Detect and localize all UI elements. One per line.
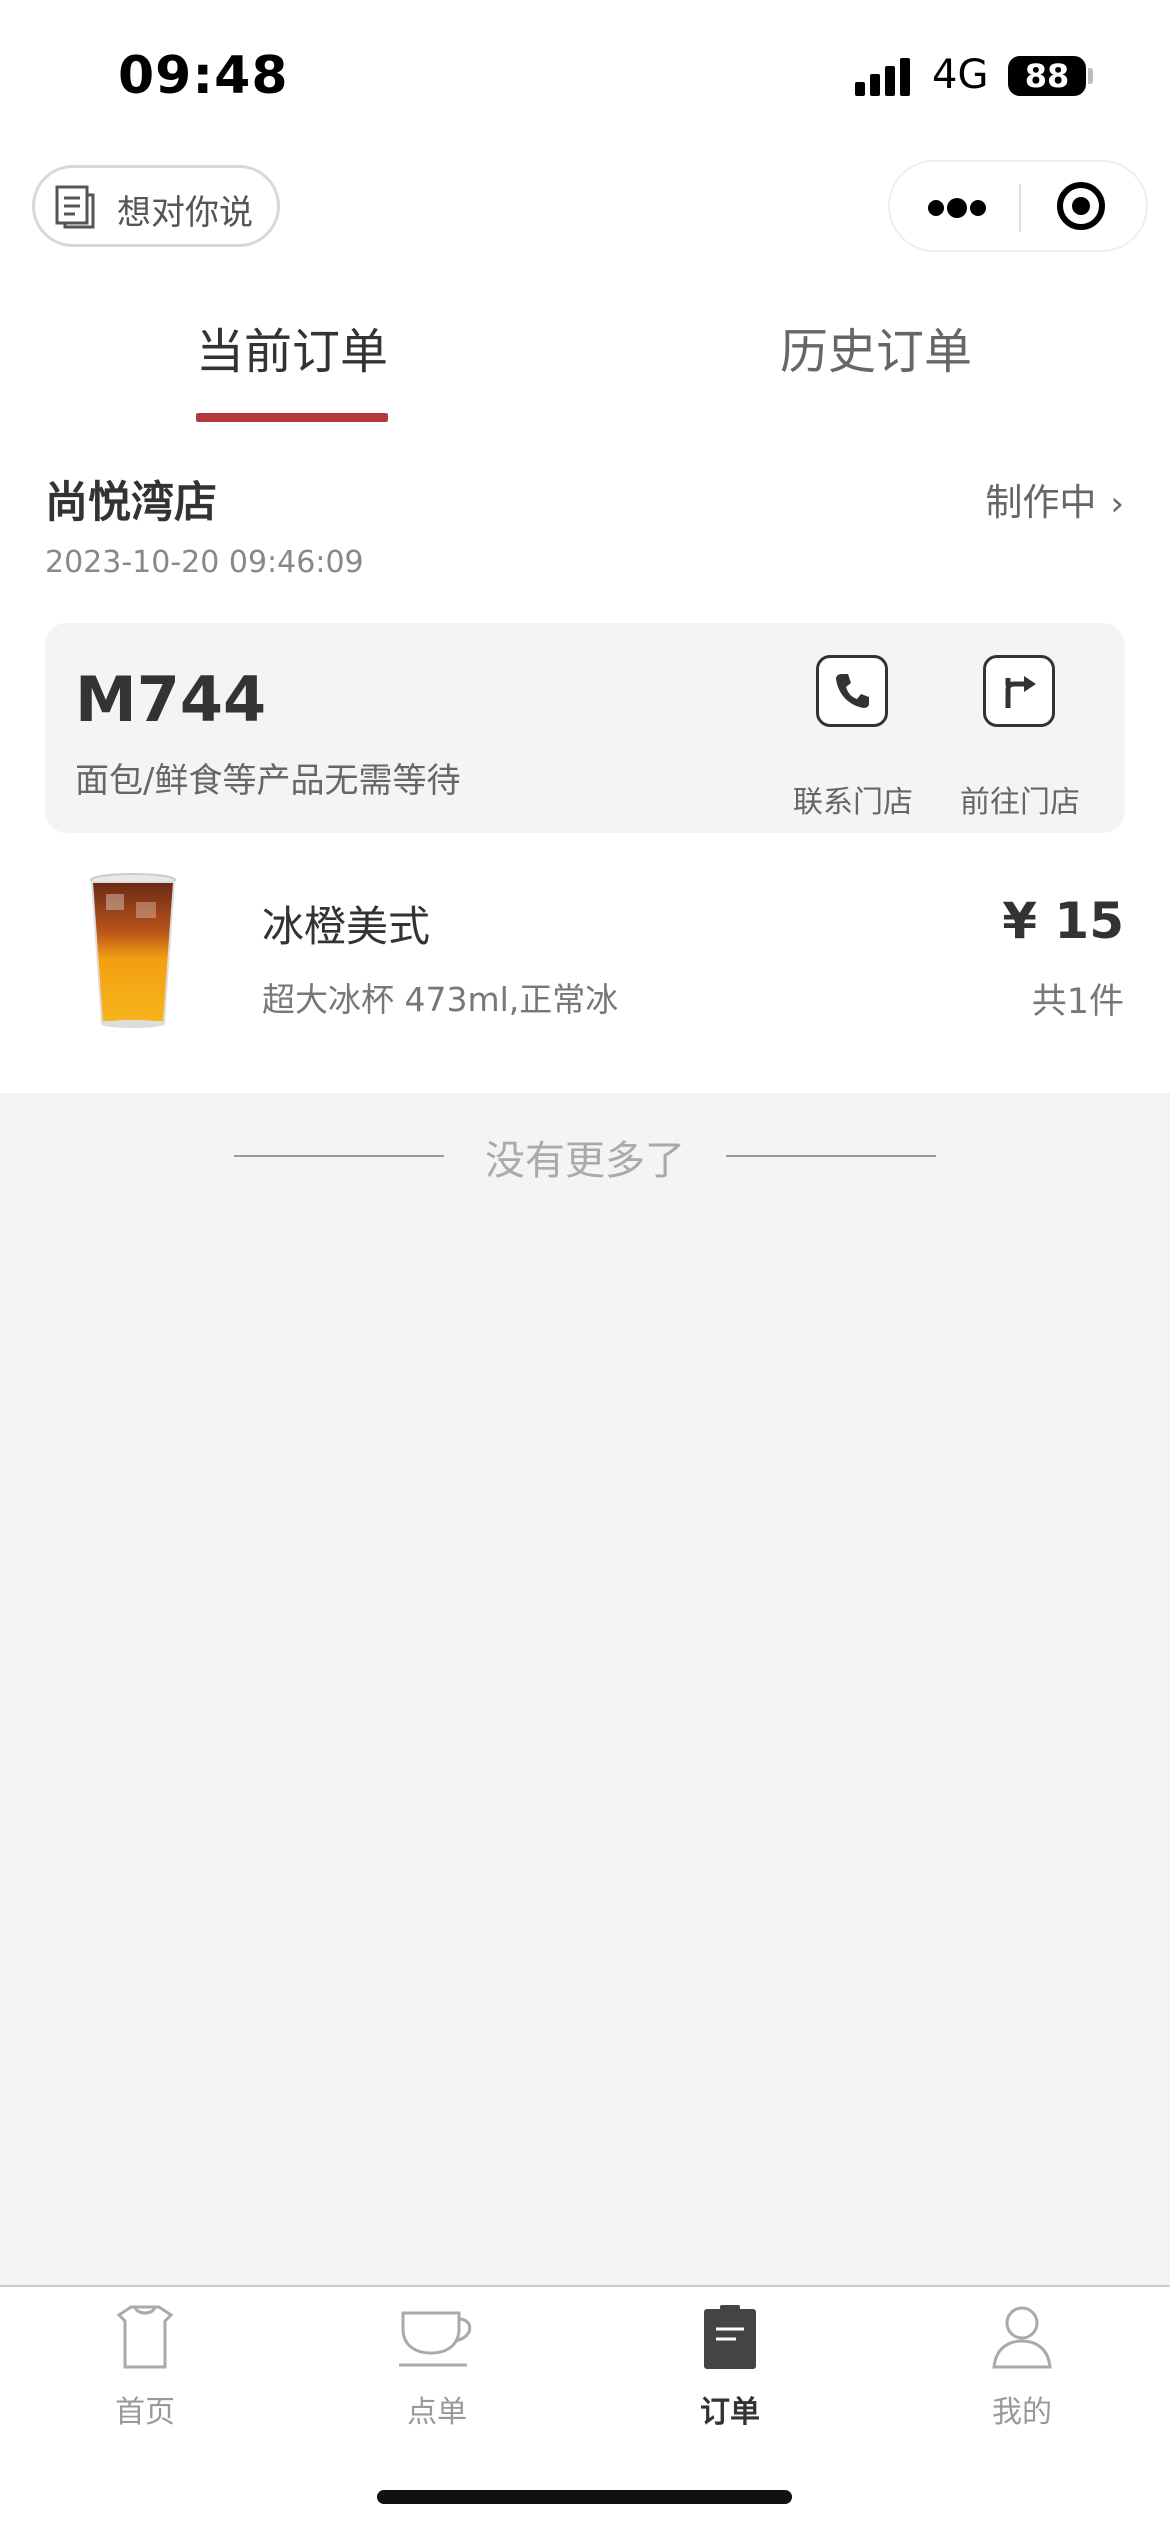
order-status-link[interactable]: 制作中 › xyxy=(985,472,1124,526)
product-quantity: 共1件 xyxy=(1031,982,1124,1022)
directions-icon xyxy=(983,655,1055,727)
feedback-doc-icon xyxy=(55,185,95,229)
tabbar-item-home[interactable]: 首页 xyxy=(45,2303,245,2431)
product-spec: 超大冰杯 473ml,正常冰 xyxy=(262,980,619,1019)
tabbar-item-profile[interactable]: 我的 xyxy=(922,2303,1122,2431)
tabbar-item-menu[interactable]: 点单 xyxy=(337,2303,537,2431)
product-name: 冰橙美式 xyxy=(262,902,431,951)
tab-history-orders[interactable]: 历史订单 xyxy=(780,312,972,382)
pickup-note: 面包/鲜食等产品无需等待 xyxy=(75,761,461,801)
pickup-code: M744 xyxy=(75,663,267,736)
iced-orange-americano-image xyxy=(90,873,176,1028)
tabbar-label-menu: 点单 xyxy=(407,2395,467,2430)
navigate-store-label: 前往门店 xyxy=(960,785,1080,820)
order-time: 2023-10-20 09:46:09 xyxy=(45,545,364,580)
person-icon xyxy=(992,2306,1052,2369)
signal-icon xyxy=(855,56,915,96)
store-name: 尚悦湾店 xyxy=(45,478,217,528)
order-status-text: 制作中 xyxy=(985,481,1097,524)
tabbar-label-home: 首页 xyxy=(115,2395,175,2430)
shirt-icon xyxy=(116,2305,174,2369)
close-mini-program-icon[interactable] xyxy=(1057,182,1105,230)
more-icon[interactable] xyxy=(928,198,986,218)
tab-current-orders[interactable]: 当前订单 xyxy=(196,312,388,382)
tabbar-label-orders: 订单 xyxy=(700,2395,760,2430)
capsule-divider xyxy=(1019,184,1021,232)
contact-store-label: 联系门店 xyxy=(793,785,913,820)
feedback-label: 想对你说 xyxy=(117,193,253,233)
mini-program-capsule xyxy=(888,160,1148,252)
tabbar-item-orders[interactable]: 订单 xyxy=(630,2303,830,2431)
battery-icon: 88 xyxy=(1008,56,1086,96)
active-tab-indicator xyxy=(196,413,388,422)
battery-tip xyxy=(1088,68,1093,84)
chevron-right-icon: › xyxy=(1110,484,1124,524)
pickup-card: M744 面包/鲜食等产品无需等待 联系门店 前往门店 xyxy=(45,623,1125,833)
clipboard-icon xyxy=(704,2305,756,2369)
status-time: 09:48 xyxy=(118,46,289,106)
list-end-text: 没有更多了 xyxy=(485,1138,685,1184)
product-price: ¥ 15 xyxy=(1002,892,1124,950)
network-type: 4G xyxy=(932,52,989,98)
tabbar-label-profile: 我的 xyxy=(992,2395,1052,2430)
home-indicator[interactable] xyxy=(377,2490,792,2504)
cup-icon xyxy=(399,2311,472,2367)
feedback-button[interactable]: 想对你说 xyxy=(32,165,280,247)
phone-icon xyxy=(816,655,888,727)
